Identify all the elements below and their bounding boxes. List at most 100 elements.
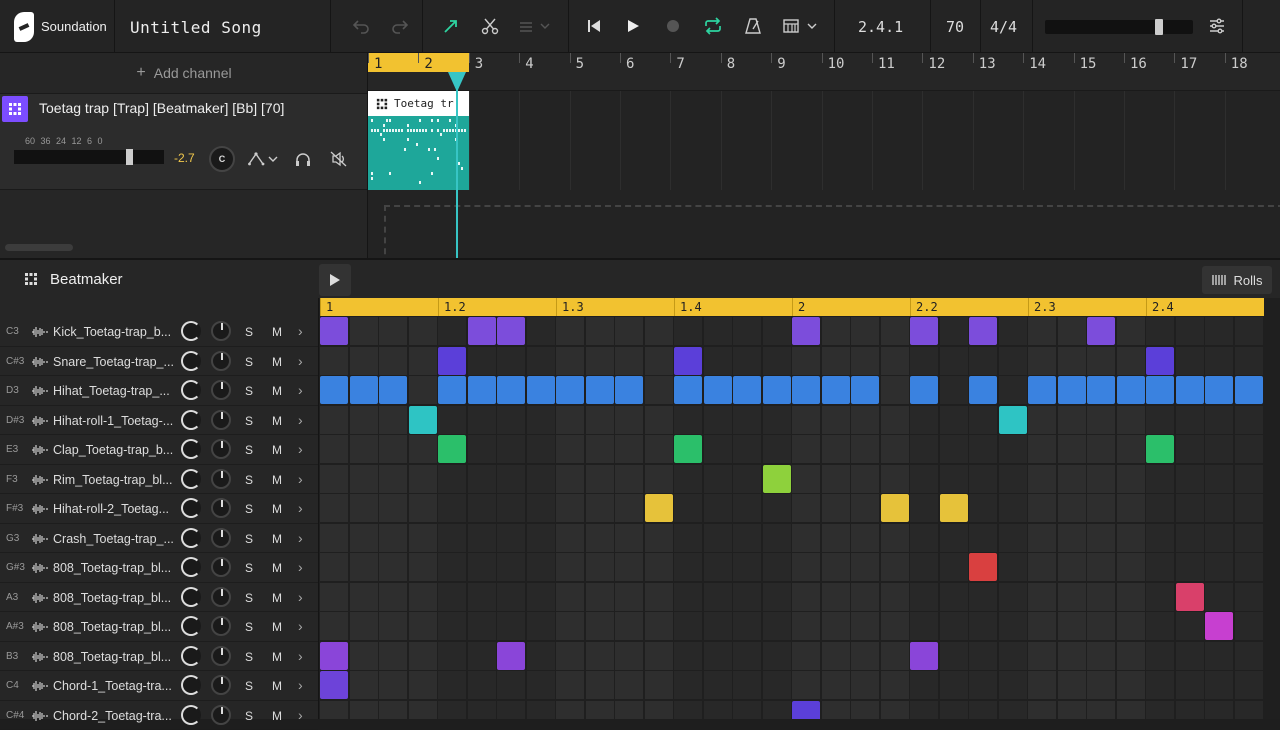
step-cell[interactable]: [733, 583, 761, 611]
step-cell[interactable]: [910, 494, 938, 522]
solo-button[interactable]: S: [245, 650, 253, 664]
chevron-right-icon[interactable]: ›: [298, 559, 303, 575]
solo-button[interactable]: S: [245, 620, 253, 634]
instrument-row[interactable]: D3Hihat_Toetag-trap_...SM›: [0, 376, 318, 406]
active-step[interactable]: [586, 376, 614, 404]
position-display[interactable]: 2.4.1: [858, 18, 903, 36]
step-cell[interactable]: [350, 494, 378, 522]
step-cell[interactable]: [1058, 494, 1086, 522]
step-cell[interactable]: [704, 553, 732, 581]
step-cell[interactable]: [320, 701, 348, 720]
step-cell[interactable]: [645, 612, 673, 640]
record-icon[interactable]: [661, 14, 685, 38]
step-cell[interactable]: [497, 553, 525, 581]
solo-button[interactable]: S: [245, 679, 253, 693]
step-cell[interactable]: [556, 553, 584, 581]
step-cell[interactable]: [940, 347, 968, 375]
chevron-right-icon[interactable]: ›: [298, 323, 303, 339]
volume-knob[interactable]: [181, 321, 201, 341]
volume-knob[interactable]: [181, 616, 201, 636]
mute-button[interactable]: M: [272, 650, 282, 664]
step-cell[interactable]: [527, 583, 555, 611]
mute-button[interactable]: M: [272, 414, 282, 428]
active-step[interactable]: [320, 642, 348, 670]
step-cell[interactable]: [1058, 583, 1086, 611]
active-step[interactable]: [851, 376, 879, 404]
drop-zone[interactable]: [384, 205, 1280, 258]
mute-button[interactable]: M: [272, 679, 282, 693]
undo-icon[interactable]: [349, 14, 373, 38]
step-cell[interactable]: [1146, 494, 1174, 522]
step-cell[interactable]: [1235, 583, 1263, 611]
step-cell[interactable]: [999, 701, 1027, 720]
step-cell[interactable]: [556, 612, 584, 640]
step-cell[interactable]: [822, 642, 850, 670]
step-cell[interactable]: [851, 612, 879, 640]
active-step[interactable]: [1176, 583, 1204, 611]
step-cell[interactable]: [1028, 317, 1056, 345]
step-cell[interactable]: [468, 465, 496, 493]
step-cell[interactable]: [350, 317, 378, 345]
horizontal-scrollbar[interactable]: [5, 244, 73, 251]
step-cell[interactable]: [350, 553, 378, 581]
step-cell[interactable]: [1235, 317, 1263, 345]
step-cell[interactable]: [674, 406, 702, 434]
step-cell[interactable]: [704, 406, 732, 434]
sample-name[interactable]: Kick_Toetag-trap_b...: [53, 325, 173, 339]
step-cell[interactable]: [999, 435, 1027, 463]
step-cell[interactable]: [763, 347, 791, 375]
step-cell[interactable]: [851, 494, 879, 522]
step-cell[interactable]: [527, 347, 555, 375]
active-step[interactable]: [910, 317, 938, 345]
step-cell[interactable]: [1058, 612, 1086, 640]
step-cell[interactable]: [1028, 701, 1056, 720]
step-cell[interactable]: [1235, 494, 1263, 522]
step-cell[interactable]: [586, 642, 614, 670]
track-volume-slider[interactable]: [14, 150, 164, 164]
step-cell[interactable]: [409, 701, 437, 720]
step-cell[interactable]: [1028, 465, 1056, 493]
step-cell[interactable]: [379, 435, 407, 463]
step-cell[interactable]: [733, 524, 761, 552]
step-cell[interactable]: [1117, 317, 1145, 345]
active-step[interactable]: [792, 701, 820, 720]
step-cell[interactable]: [1235, 435, 1263, 463]
step-cell[interactable]: [409, 671, 437, 699]
step-cell[interactable]: [497, 347, 525, 375]
step-cell[interactable]: [674, 642, 702, 670]
active-step[interactable]: [320, 671, 348, 699]
active-step[interactable]: [320, 376, 348, 404]
sample-name[interactable]: Chord-2_Toetag-tra...: [53, 709, 173, 723]
step-cell[interactable]: [320, 524, 348, 552]
step-cell[interactable]: [1058, 642, 1086, 670]
step-cell[interactable]: [645, 671, 673, 699]
sample-name[interactable]: Hihat-roll-2_Toetag...: [53, 502, 173, 516]
step-cell[interactable]: [1117, 642, 1145, 670]
step-cell[interactable]: [763, 435, 791, 463]
step-cell[interactable]: [645, 524, 673, 552]
active-step[interactable]: [438, 435, 466, 463]
step-cell[interactable]: [733, 406, 761, 434]
step-cell[interactable]: [1028, 583, 1056, 611]
active-step[interactable]: [1176, 376, 1204, 404]
pan-knob[interactable]: [211, 675, 231, 695]
step-cell[interactable]: [320, 494, 348, 522]
step-cell[interactable]: [704, 435, 732, 463]
step-cell[interactable]: [1028, 524, 1056, 552]
step-cell[interactable]: [851, 435, 879, 463]
chevron-right-icon[interactable]: ›: [298, 677, 303, 693]
mute-speaker-icon[interactable]: [328, 148, 350, 170]
step-cell[interactable]: [645, 406, 673, 434]
instrument-row[interactable]: C#4Chord-2_Toetag-tra...SM›: [0, 701, 318, 730]
step-cell[interactable]: [910, 465, 938, 493]
step-cell[interactable]: [851, 406, 879, 434]
sample-name[interactable]: 808_Toetag-trap_bl...: [53, 561, 173, 575]
pan-knob[interactable]: [211, 439, 231, 459]
step-cell[interactable]: [822, 406, 850, 434]
step-cell[interactable]: [1117, 583, 1145, 611]
step-cell[interactable]: [468, 671, 496, 699]
step-cell[interactable]: [822, 435, 850, 463]
step-cell[interactable]: [792, 642, 820, 670]
step-cell[interactable]: [940, 317, 968, 345]
active-step[interactable]: [1205, 376, 1233, 404]
